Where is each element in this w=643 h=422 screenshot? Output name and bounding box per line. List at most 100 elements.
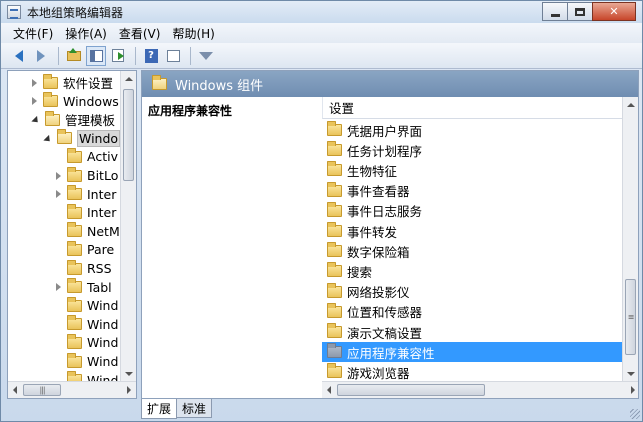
filter-icon: [199, 51, 213, 60]
list-item[interactable]: 事件转发: [322, 221, 624, 241]
details-header: Windows 组件: [142, 71, 638, 97]
minimize-button[interactable]: [542, 2, 568, 21]
folder-icon: [67, 222, 82, 238]
scroll-left-icon[interactable]: [13, 386, 17, 394]
folder-icon: [67, 185, 82, 201]
scroll-grip: |||: [39, 385, 45, 395]
tree-item[interactable]: RSS: [56, 259, 112, 278]
menu-file[interactable]: 文件(F): [7, 25, 59, 42]
tree-item-label: Wind: [87, 335, 119, 351]
expand-arrow-icon[interactable]: [32, 97, 37, 106]
tree-item[interactable]: Wind: [56, 352, 118, 371]
tree-item-label: Tabl: [87, 279, 112, 295]
help-button[interactable]: ?: [141, 46, 161, 66]
folder-icon: [67, 333, 82, 349]
list-item[interactable]: 任务计划程序: [322, 140, 624, 160]
tree-hscroll-thumb[interactable]: |||: [23, 384, 61, 396]
scroll-down-icon[interactable]: [125, 372, 133, 376]
tree-item-label: Activ: [87, 149, 118, 165]
list-item[interactable]: 生物特征: [322, 160, 624, 180]
list-vscroll-thumb[interactable]: ≡: [625, 279, 636, 355]
scroll-up-icon[interactable]: [627, 103, 635, 107]
list-item[interactable]: 演示文稿设置: [322, 322, 624, 342]
tree-item-label: Windows: [63, 93, 119, 109]
details-pane: Windows 组件 应用程序兼容性 设置 凭据用户界面 任务计划程序 生物特征 事件…: [141, 70, 639, 399]
tree-item[interactable]: 管理模板: [31, 110, 115, 129]
list-item[interactable]: 位置和传感器: [322, 302, 624, 322]
console-tree[interactable]: WindWindWindWindWindWindTablRSSPareNetMI…: [7, 70, 137, 399]
resize-grip[interactable]: [630, 409, 640, 419]
expand-arrow-icon[interactable]: [32, 78, 37, 87]
tree-horizontal-scrollbar[interactable]: |||: [8, 381, 136, 398]
tree-item[interactable]: Inter: [56, 185, 116, 204]
forward-arrow-icon: [37, 49, 45, 62]
tree-item[interactable]: 软件设置: [32, 73, 113, 92]
list-item[interactable]: 凭据用户界面: [322, 120, 624, 140]
back-button[interactable]: [9, 46, 29, 66]
folder-icon: [327, 141, 342, 157]
properties-button[interactable]: [163, 46, 183, 66]
folder-icon: [43, 73, 58, 89]
expand-arrow-icon[interactable]: [56, 171, 61, 180]
list-item-label: 数字保险箱: [347, 244, 410, 260]
column-header-setting[interactable]: 设置: [322, 97, 624, 119]
tree-item[interactable]: Inter: [56, 203, 116, 222]
list-item[interactable]: 数字保险箱: [322, 241, 624, 261]
tree-item[interactable]: Windows: [32, 92, 119, 111]
maximize-button[interactable]: [567, 2, 593, 21]
scroll-left-icon[interactable]: [327, 386, 331, 394]
folder-icon: [67, 147, 82, 163]
tree-item[interactable]: Wind: [56, 333, 118, 352]
description-title: 应用程序兼容性: [148, 104, 233, 118]
tree-item[interactable]: NetM: [56, 222, 120, 241]
collapse-arrow-icon[interactable]: [31, 116, 41, 126]
forward-button[interactable]: [31, 46, 51, 66]
tree-item[interactable]: Tabl: [56, 278, 112, 297]
expand-arrow-icon[interactable]: [56, 190, 61, 199]
tree-item[interactable]: Pare: [56, 240, 114, 259]
menu-view[interactable]: 查看(V): [113, 25, 167, 42]
minimize-icon: [550, 13, 560, 17]
expand-arrow-icon[interactable]: [56, 283, 61, 292]
list-vertical-scrollbar[interactable]: ≡: [622, 97, 638, 382]
title-bar[interactable]: 本地组策略编辑器 ✕: [1, 1, 642, 23]
list-item[interactable]: 事件查看器: [322, 181, 624, 201]
tree-item[interactable]: Wind: [56, 296, 118, 315]
tab-extended[interactable]: 扩展: [141, 399, 178, 419]
show-hide-tree-icon: [89, 49, 103, 62]
export-list-button[interactable]: [108, 46, 128, 66]
list-item[interactable]: 搜索: [322, 261, 624, 281]
tree-vertical-scrollbar[interactable]: [120, 71, 136, 382]
list-hscroll-thumb[interactable]: [337, 384, 485, 396]
tree-item[interactable]: BitLo: [56, 166, 118, 185]
scroll-right-icon[interactable]: [631, 386, 635, 394]
tree-item[interactable]: Wind: [56, 315, 118, 334]
list-item[interactable]: 应用程序兼容性: [322, 342, 624, 363]
close-button[interactable]: ✕: [592, 2, 636, 21]
list-horizontal-scrollbar[interactable]: [322, 381, 638, 398]
toolbar: ?: [1, 43, 642, 69]
export-list-icon: [112, 49, 124, 62]
scroll-right-icon[interactable]: [127, 386, 131, 394]
list-item[interactable]: 游戏浏览器: [322, 362, 624, 382]
tree-vscroll-thumb[interactable]: [123, 89, 134, 181]
list-item[interactable]: 事件日志服务: [322, 201, 624, 221]
tab-standard[interactable]: 标准: [176, 399, 213, 418]
list-item-label: 应用程序兼容性: [347, 345, 435, 361]
menu-help[interactable]: 帮助(H): [166, 25, 220, 42]
show-hide-tree-button[interactable]: [86, 45, 106, 66]
tree-item-label: 软件设置: [63, 76, 114, 91]
folder-icon: [67, 240, 82, 256]
tree-item-label: Wind: [87, 298, 119, 314]
tree-item[interactable]: Activ: [56, 147, 118, 166]
up-one-level-button[interactable]: [64, 46, 84, 66]
collapse-arrow-icon[interactable]: [43, 134, 53, 144]
menu-action[interactable]: 操作(A): [59, 25, 113, 42]
list-item[interactable]: 网络投影仪: [322, 282, 624, 302]
folder-icon: [327, 222, 342, 237]
filter-button[interactable]: [196, 46, 216, 66]
tree-item[interactable]: Windo: [43, 129, 121, 148]
group-policy-editor-window: 本地组策略编辑器 ✕ 文件(F) 操作(A) 查看(V) 帮助(H) ? Win…: [0, 0, 643, 422]
scroll-up-icon[interactable]: [125, 77, 133, 81]
scroll-down-icon[interactable]: [627, 372, 635, 376]
